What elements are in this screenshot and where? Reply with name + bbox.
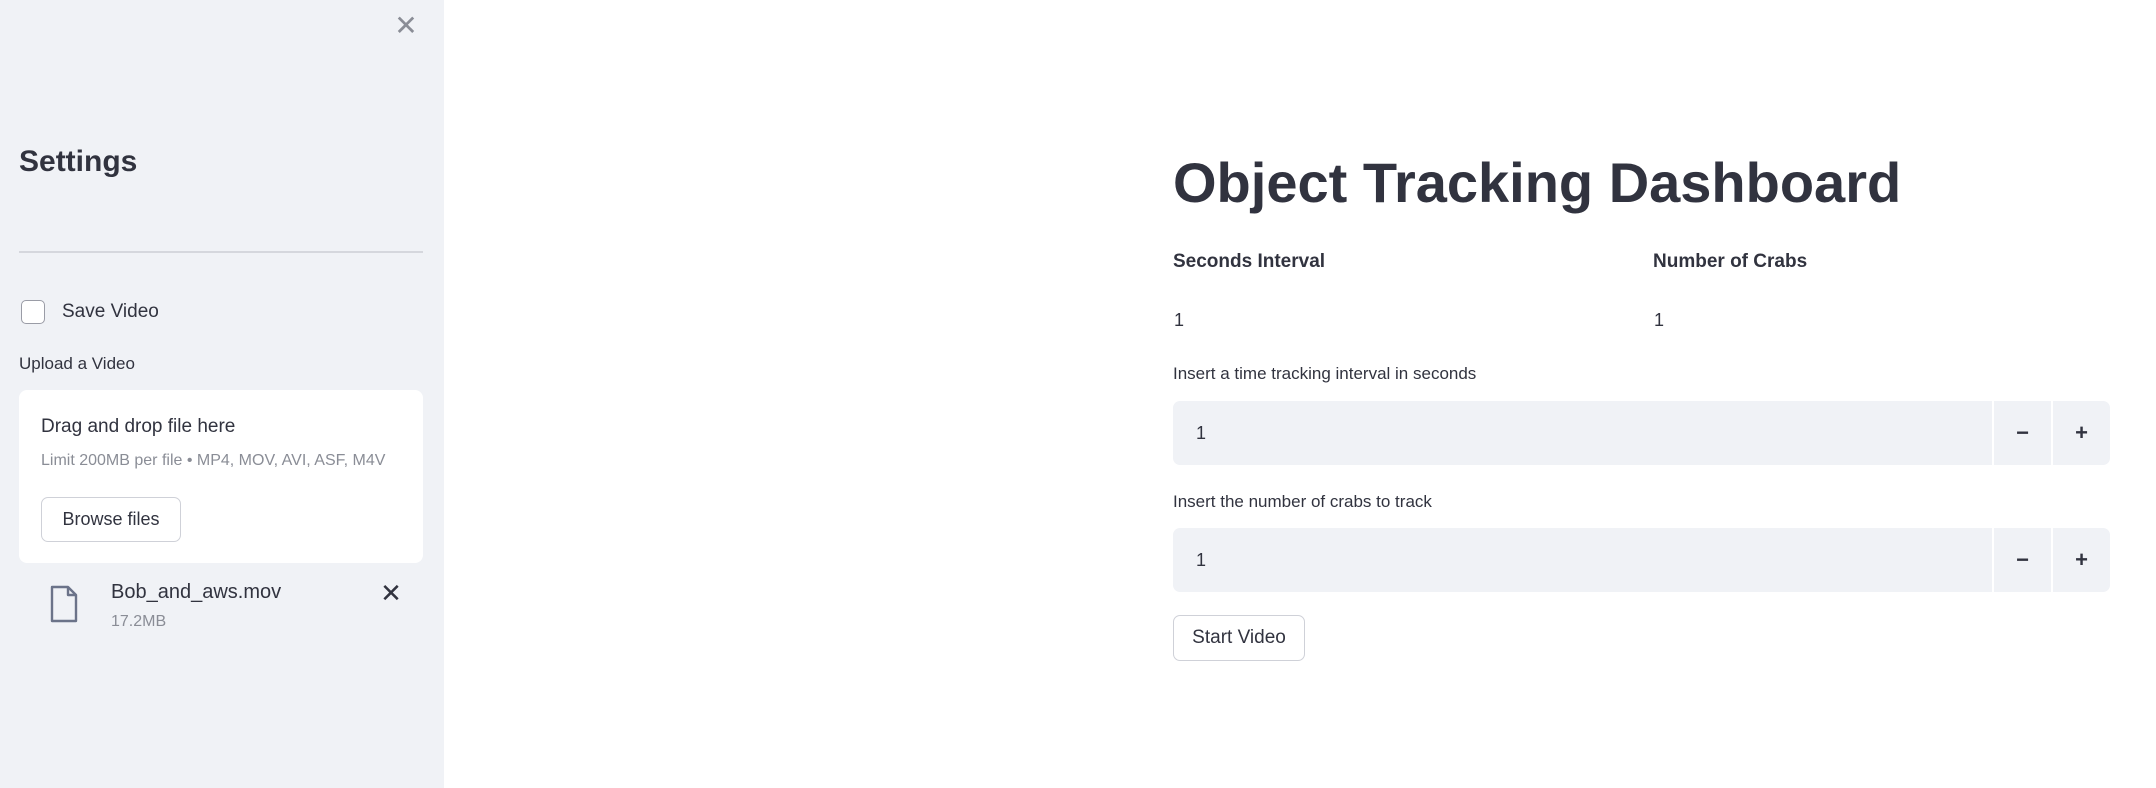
close-sidebar-button[interactable]: ✕	[392, 10, 420, 42]
file-dropzone[interactable]: Drag and drop file here Limit 200MB per …	[19, 390, 423, 563]
metric-seconds-interval-value: 1	[1174, 310, 1185, 330]
remove-file-button[interactable]: ✕	[375, 577, 407, 609]
interval-decrement-button[interactable]: −	[1992, 401, 2051, 465]
sidebar-title: Settings	[19, 145, 138, 178]
crabs-decrement-button[interactable]: −	[1992, 528, 2051, 592]
file-name: Bob_and_aws.mov	[111, 581, 282, 603]
interval-input-label: Insert a time tracking interval in secon…	[1173, 364, 1477, 383]
crabs-input[interactable]	[1173, 528, 1992, 592]
interval-number-input: − +	[1173, 401, 2110, 465]
crabs-input-label: Insert the number of crabs to track	[1173, 492, 1432, 511]
dropzone-hint: Limit 200MB per file • MP4, MOV, AVI, AS…	[41, 452, 386, 469]
save-video-label: Save Video	[62, 301, 159, 322]
divider	[19, 251, 423, 253]
file-size: 17.2MB	[111, 613, 167, 630]
browse-files-button[interactable]: Browse files	[41, 497, 181, 542]
save-video-checkbox-row[interactable]: Save Video	[21, 298, 159, 326]
interval-increment-button[interactable]: +	[2051, 401, 2110, 465]
uploaded-file-item: Bob_and_aws.mov 17.2MB ✕	[19, 575, 423, 635]
crabs-number-input: − +	[1173, 528, 2110, 592]
dropzone-title: Drag and drop file here	[41, 416, 236, 437]
page-title: Object Tracking Dashboard	[1173, 151, 1902, 214]
sidebar: ✕ Settings Save Video Upload a Video Dra…	[0, 0, 444, 788]
crabs-increment-button[interactable]: +	[2051, 528, 2110, 592]
upload-label: Upload a Video	[19, 354, 135, 373]
close-icon: ✕	[380, 578, 402, 608]
metric-number-of-crabs-label: Number of Crabs	[1653, 251, 1808, 272]
metric-number-of-crabs-value: 1	[1654, 310, 1665, 330]
save-video-checkbox[interactable]	[21, 300, 45, 324]
close-icon: ✕	[394, 10, 418, 41]
start-video-button[interactable]: Start Video	[1173, 615, 1305, 661]
metric-seconds-interval-label: Seconds Interval	[1173, 251, 1326, 272]
interval-input[interactable]	[1173, 401, 1992, 465]
file-icon	[50, 585, 78, 623]
